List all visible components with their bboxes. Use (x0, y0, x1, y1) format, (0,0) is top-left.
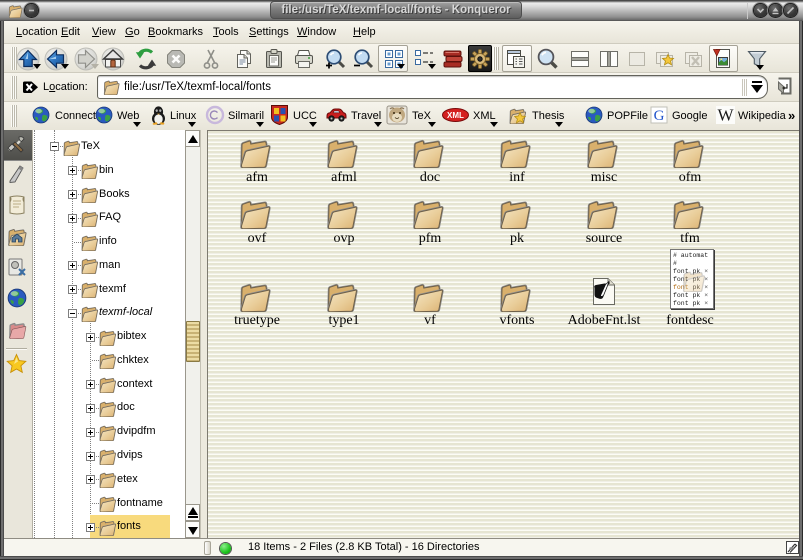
svg-text:W: W (717, 106, 734, 124)
svg-text:G: G (654, 108, 665, 124)
svg-text:XML: XML (447, 111, 464, 120)
